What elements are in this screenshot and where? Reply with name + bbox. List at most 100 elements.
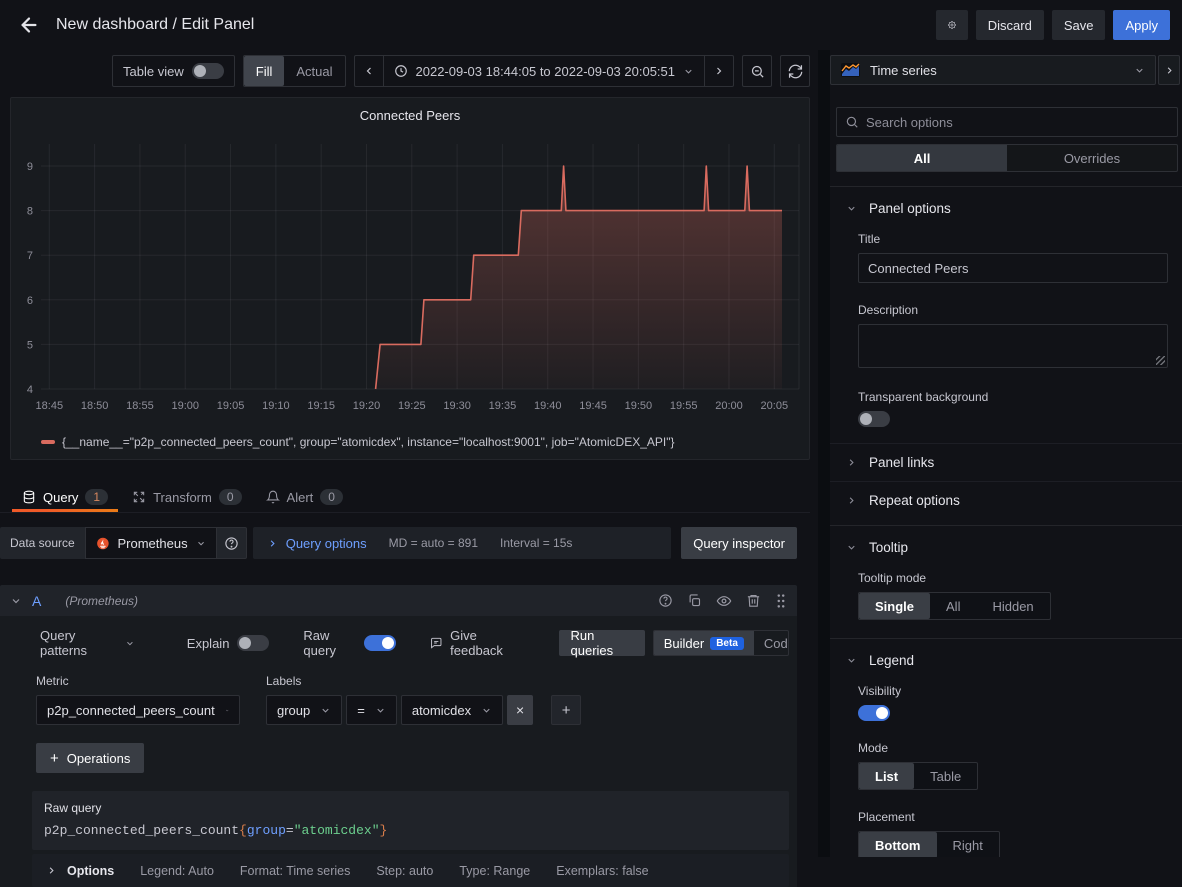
legend-placement-bottom[interactable]: Bottom [859, 832, 937, 857]
tab-all[interactable]: All [837, 145, 1007, 171]
legend-mode-table[interactable]: Table [914, 763, 977, 789]
panel-title-input[interactable] [858, 253, 1168, 283]
timeseries-chart[interactable]: 45678918:4518:5018:5519:0019:0519:1019:1… [11, 132, 809, 431]
tooltip-heading: Tooltip [869, 540, 908, 555]
options-expander[interactable]: Options [46, 864, 114, 878]
legend-placement-segment: Bottom Right [858, 831, 1000, 857]
time-range-picker[interactable]: 2022-09-03 18:44:05 to 2022-09-03 20:05:… [383, 56, 706, 86]
code-brace-open: { [239, 823, 247, 838]
save-button[interactable]: Save [1052, 10, 1106, 40]
panel-links-row[interactable]: Panel links [830, 443, 1182, 481]
duplicate-query-icon[interactable] [687, 593, 702, 608]
hide-query-icon[interactable] [716, 593, 732, 609]
visualization-picker[interactable]: Time series [830, 55, 1156, 85]
chevron-left-icon [363, 65, 375, 77]
svg-text:18:45: 18:45 [36, 400, 64, 412]
query-patterns-dropdown[interactable]: Query patterns [40, 628, 135, 658]
options-sidebar: Time series All Overrides Panel options … [830, 50, 1182, 857]
panel-options-heading: Panel options [869, 201, 951, 216]
repeat-options-row[interactable]: Repeat options [830, 481, 1182, 519]
code-metric: p2p_connected_peers_count [44, 823, 239, 838]
query-options-link[interactable]: Query options [267, 536, 367, 551]
chevron-down-icon [375, 705, 386, 716]
legend-stat: Legend: Auto [140, 864, 214, 878]
svg-text:19:00: 19:00 [171, 400, 199, 412]
tooltip-mode-single[interactable]: Single [859, 593, 930, 619]
run-queries-button[interactable]: Run queries [559, 630, 645, 656]
tooltip-mode-all[interactable]: All [930, 593, 976, 619]
table-view-toggle[interactable] [192, 63, 224, 79]
time-forward-button[interactable] [705, 56, 733, 86]
label-key-select[interactable]: group [266, 695, 342, 725]
datasource-label: Data source [0, 527, 85, 559]
label-value-select[interactable]: atomicdex [401, 695, 503, 725]
raw-query-toggle[interactable] [364, 635, 396, 651]
svg-text:7: 7 [27, 250, 33, 262]
query-row-header[interactable]: A (Prometheus) [0, 585, 797, 616]
svg-text:5: 5 [27, 339, 33, 351]
svg-text:6: 6 [27, 295, 33, 307]
chevron-down-icon[interactable] [10, 595, 22, 607]
datasource-help-button[interactable] [217, 527, 247, 559]
query-help-icon[interactable] [658, 593, 673, 608]
panel-settings-button[interactable] [936, 10, 968, 40]
legend-placement-right[interactable]: Right [937, 832, 999, 857]
series-label[interactable]: {__name__="p2p_connected_peers_count", g… [62, 435, 674, 449]
transform-icon [132, 490, 146, 504]
tab-alert[interactable]: Alert 0 [254, 482, 355, 512]
metric-select[interactable]: p2p_connected_peers_count [36, 695, 240, 725]
legend-visibility-toggle[interactable] [858, 705, 890, 721]
tooltip-header[interactable]: Tooltip [830, 526, 1182, 555]
tab-transform[interactable]: Transform 0 [120, 482, 253, 512]
svg-text:19:10: 19:10 [262, 400, 290, 412]
apply-button[interactable]: Apply [1113, 10, 1170, 40]
gear-icon [948, 17, 956, 33]
add-label-button[interactable]: + [551, 695, 581, 725]
drag-handle[interactable] [775, 593, 787, 609]
fill-option[interactable]: Fill [244, 56, 285, 86]
code-option[interactable]: Code [754, 631, 789, 655]
time-range-text: 2022-09-03 18:44:05 to 2022-09-03 20:05:… [416, 64, 676, 79]
panel-options-header[interactable]: Panel options [830, 187, 1182, 216]
query-inspector-button[interactable]: Query inspector [681, 527, 797, 559]
label-operator-select[interactable]: = [346, 695, 397, 725]
description-textarea[interactable] [858, 324, 1168, 368]
resize-grip[interactable] [1156, 356, 1165, 365]
query-controls-row: Query patterns Explain Raw query Give fe… [8, 624, 789, 668]
collapse-sidebar-button[interactable] [1158, 55, 1180, 85]
give-feedback-link[interactable]: Give feedback [430, 628, 525, 658]
discard-button[interactable]: Discard [976, 10, 1044, 40]
tab-query[interactable]: Query 1 [10, 482, 120, 512]
builder-code-segment: Builder Beta Code [653, 630, 789, 656]
remove-label-button[interactable]: × [507, 695, 533, 725]
label-value-value: atomicdex [412, 703, 471, 718]
legend-mode-list[interactable]: List [859, 763, 914, 789]
query-ref-id[interactable]: A [32, 593, 41, 609]
transparent-background-toggle[interactable] [858, 411, 890, 427]
search-options-input[interactable] [866, 115, 1169, 130]
query-options-header[interactable]: Query options MD = auto = 891 Interval =… [253, 527, 672, 559]
refresh-button[interactable] [780, 55, 810, 87]
explain-toggle[interactable] [237, 635, 269, 651]
raw-query-code: p2p_connected_peers_count{group="atomicd… [44, 823, 777, 838]
tab-overrides[interactable]: Overrides [1007, 145, 1177, 171]
legend-header[interactable]: Legend [830, 639, 1182, 668]
zoom-out-icon [750, 64, 765, 79]
options-label: Options [67, 864, 114, 878]
datasource-picker[interactable]: Prometheus [85, 527, 217, 559]
svg-text:20:05: 20:05 [761, 400, 789, 412]
tab-query-label: Query [43, 490, 78, 505]
query-options-footer[interactable]: Options Legend: Auto Format: Time series… [32, 854, 789, 887]
time-back-button[interactable] [355, 56, 383, 86]
add-operations-button[interactable]: + Operations [36, 743, 144, 773]
tooltip-mode-hidden[interactable]: Hidden [976, 593, 1049, 619]
plus-icon: + [50, 750, 59, 767]
delete-query-icon[interactable] [746, 593, 761, 608]
chevron-right-icon [46, 865, 57, 876]
builder-option[interactable]: Builder Beta [654, 631, 754, 655]
back-button[interactable] [12, 8, 46, 42]
panel-links-label: Panel links [869, 455, 934, 470]
zoom-out-button[interactable] [742, 55, 772, 87]
actual-option[interactable]: Actual [284, 56, 344, 86]
tab-alert-count: 0 [320, 489, 343, 505]
